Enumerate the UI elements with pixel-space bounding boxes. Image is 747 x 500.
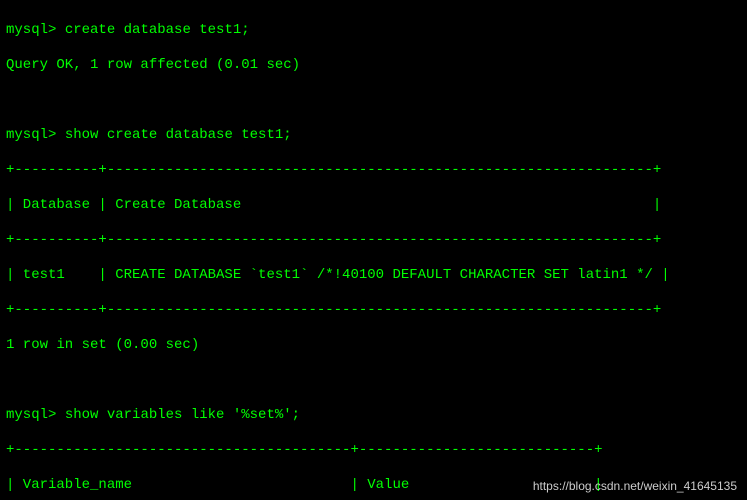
- blank: [6, 92, 741, 110]
- table2-border-top: +---------------------------------------…: [6, 442, 741, 460]
- table1-data: | test1 | CREATE DATABASE `test1` /*!401…: [6, 267, 741, 285]
- table1-footer: 1 row in set (0.00 sec): [6, 337, 741, 355]
- table1-border-mid: +----------+----------------------------…: [6, 232, 741, 250]
- table1-header: | Database | Create Database |: [6, 197, 741, 215]
- table1-border-bot: +----------+----------------------------…: [6, 302, 741, 320]
- cmd-line-1: mysql> create database test1;: [6, 22, 741, 40]
- table1-border-top: +----------+----------------------------…: [6, 162, 741, 180]
- terminal-output[interactable]: mysql> create database test1; Query OK, …: [0, 0, 747, 500]
- response-1: Query OK, 1 row affected (0.01 sec): [6, 57, 741, 75]
- blank: [6, 372, 741, 390]
- watermark-text: https://blog.csdn.net/weixin_41645135: [533, 479, 737, 494]
- cmd-line-2: mysql> show create database test1;: [6, 127, 741, 145]
- cmd-line-3: mysql> show variables like '%set%';: [6, 407, 741, 425]
